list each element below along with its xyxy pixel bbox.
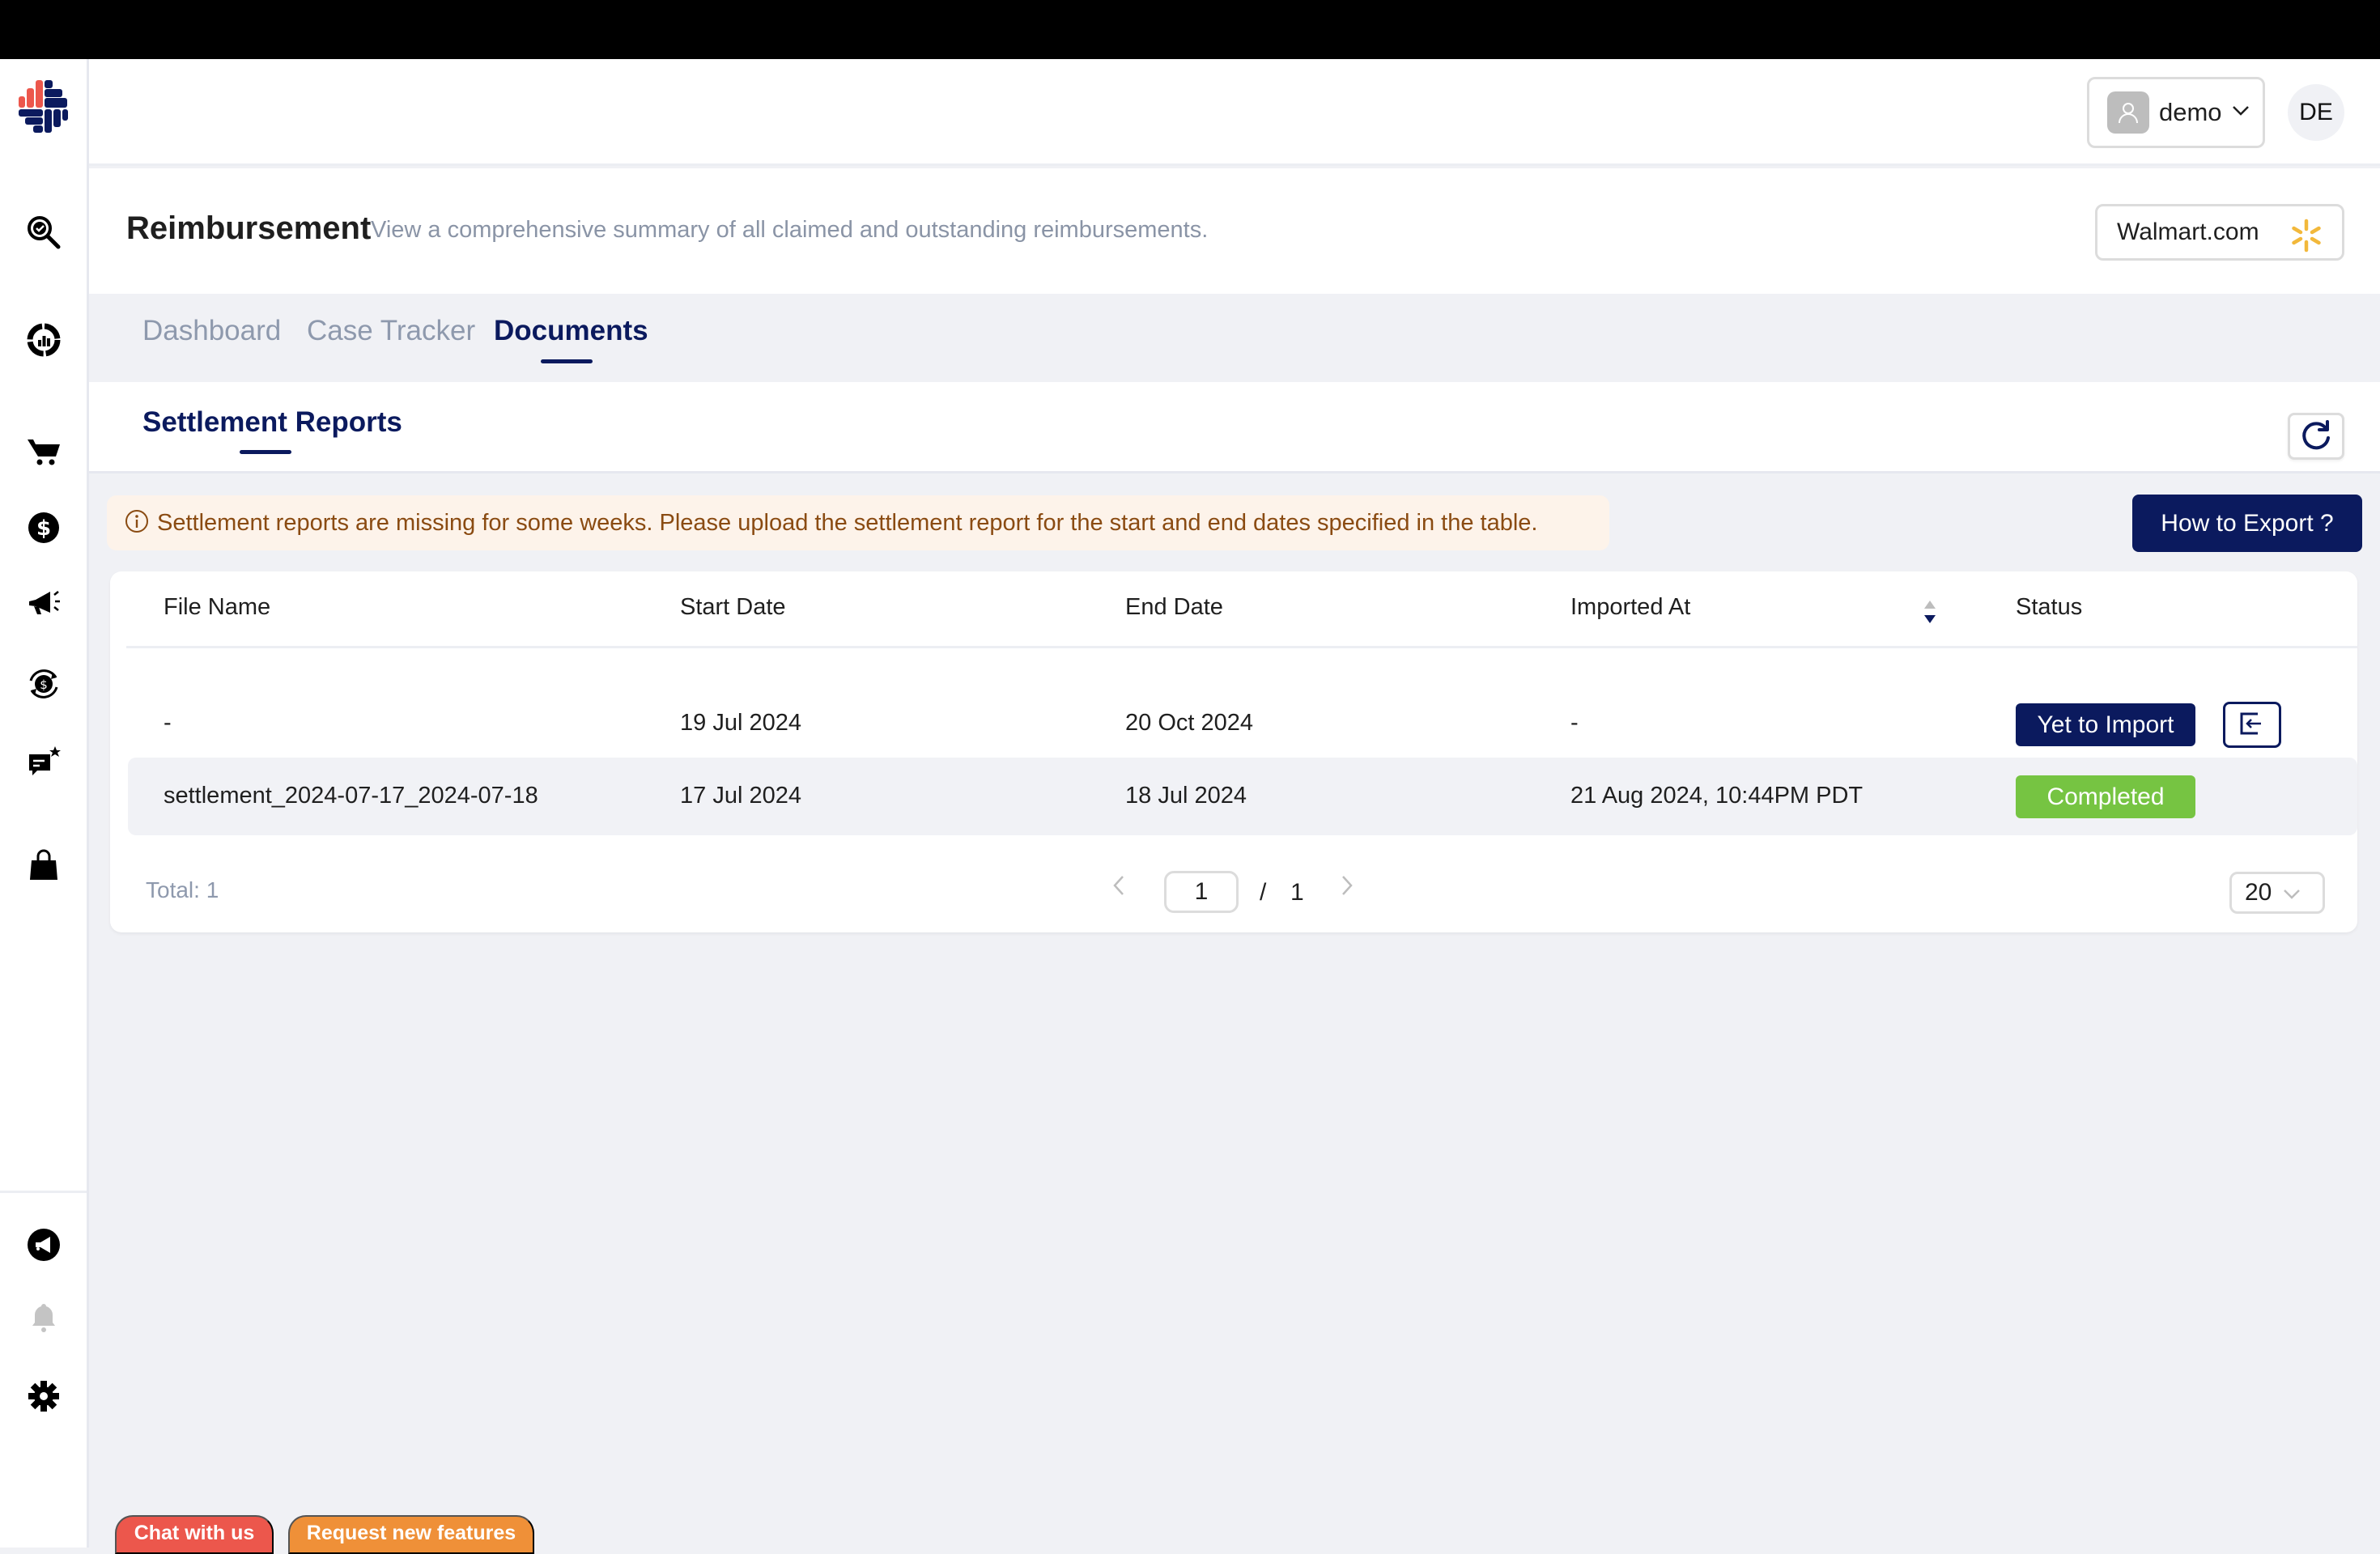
chevron-down-icon [2283, 879, 2301, 906]
walmart-spark-icon [2289, 218, 2324, 257]
megaphone-icon[interactable] [24, 585, 63, 624]
alert-text: Settlement reports are missing for some … [157, 509, 1538, 536]
avatar[interactable]: DE [2288, 84, 2344, 141]
svg-text:$: $ [40, 677, 48, 692]
status-badge-yet-to-import[interactable]: Yet to Import [2016, 703, 2195, 746]
page-header: Reimbursement View a comprehensive summa… [89, 168, 2380, 294]
cell-start-date: 19 Jul 2024 [680, 710, 801, 736]
app-logo[interactable] [15, 79, 70, 134]
main-tabs: Dashboard Case Tracker Documents [89, 294, 2380, 382]
column-header-end-date: End Date [1125, 594, 1223, 620]
tab-dashboard[interactable]: Dashboard [142, 315, 281, 347]
page-title: Reimbursement [126, 210, 372, 246]
page-size-value: 20 [2245, 879, 2272, 906]
refresh-button[interactable] [2288, 413, 2344, 460]
top-header [89, 59, 2380, 166]
settlement-reports-table: File Name Start Date End Date Imported A… [110, 571, 2357, 932]
cell-end-date: 20 Oct 2024 [1125, 710, 1253, 736]
gear-icon[interactable] [24, 1377, 63, 1416]
store-name: Walmart.com [2117, 219, 2259, 245]
dollar-circle-icon[interactable]: $ [24, 508, 63, 547]
page-number-input[interactable]: 1 [1164, 871, 1239, 913]
prev-page-button[interactable] [1111, 873, 1127, 904]
search-check-icon[interactable] [24, 213, 63, 252]
refresh-icon [2299, 418, 2333, 455]
sidebar-divider [0, 1191, 87, 1193]
how-to-export-button[interactable]: How to Export ? [2132, 495, 2362, 552]
import-icon [2238, 711, 2266, 738]
missing-reports-alert: Settlement reports are missing for some … [107, 495, 1609, 550]
total-count: Total: 1 [146, 877, 219, 902]
cell-start-date: 17 Jul 2024 [680, 783, 801, 809]
cell-end-date: 18 Jul 2024 [1125, 783, 1247, 809]
cell-file-name: settlement_2024-07-17_2024-07-18 [164, 783, 538, 809]
announcement-icon[interactable] [24, 1225, 63, 1264]
svg-text:$: $ [36, 516, 51, 541]
page-size-select[interactable]: 20 [2229, 872, 2325, 914]
table-row: - 19 Jul 2024 20 Oct 2024 - Yet to Impor… [128, 685, 2357, 762]
cell-file-name: - [164, 710, 172, 736]
tab-documents[interactable]: Documents [494, 315, 648, 347]
window-top-bar [0, 0, 2380, 59]
cell-imported-at: 21 Aug 2024, 10:44PM PDT [1570, 783, 1864, 809]
page-subtitle: View a comprehensive summary of all clai… [371, 217, 1209, 243]
documents-subheader: Settlement Reports [89, 382, 2380, 473]
active-tab-indicator [541, 359, 593, 363]
chat-with-us-button[interactable]: Chat with us [115, 1515, 274, 1554]
user-account-select[interactable]: demo [2087, 77, 2265, 148]
shopping-bag-icon[interactable] [24, 846, 63, 885]
column-header-imported-at[interactable]: Imported At [1570, 594, 1690, 621]
user-icon [2107, 91, 2149, 134]
chevron-down-icon [2232, 105, 2250, 121]
column-header-file-name: File Name [164, 594, 271, 620]
user-name: demo [2159, 98, 2222, 126]
chat-star-icon[interactable] [24, 743, 63, 782]
column-header-status: Status [2016, 594, 2083, 620]
import-button[interactable] [2223, 702, 2281, 748]
bell-icon[interactable] [24, 1297, 63, 1336]
active-subtab-indicator [240, 450, 291, 454]
chart-donut-icon[interactable] [24, 321, 63, 359]
dollar-refresh-icon[interactable]: $ [24, 664, 63, 703]
next-page-button[interactable] [1339, 873, 1355, 904]
request-features-button[interactable]: Request new features [288, 1515, 534, 1554]
table-row: settlement_2024-07-17_2024-07-18 17 Jul … [128, 758, 2357, 835]
store-select[interactable]: Walmart.com [2095, 204, 2344, 261]
cell-imported-at: - [1570, 710, 1579, 736]
status-badge-completed: Completed [2016, 775, 2195, 818]
subtab-settlement-reports[interactable]: Settlement Reports [142, 406, 402, 439]
column-header-start-date: Start Date [680, 594, 786, 620]
tab-case-tracker[interactable]: Case Tracker [307, 315, 475, 347]
page-separator: / [1260, 879, 1267, 906]
info-icon [125, 509, 149, 537]
sort-icon[interactable] [1922, 597, 1938, 631]
table-header-divider [126, 646, 2357, 648]
cart-icon[interactable] [24, 431, 63, 470]
sidebar: $ $ [0, 59, 89, 1548]
total-pages: 1 [1290, 879, 1304, 906]
